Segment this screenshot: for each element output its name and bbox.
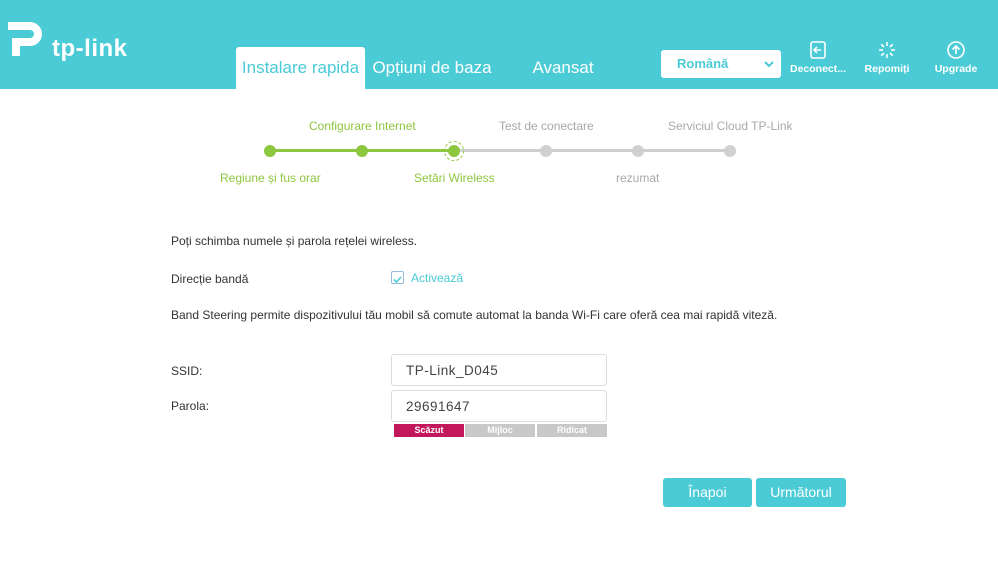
step-label-setari-wireless: Setări Wireless <box>414 171 495 185</box>
upgrade-button[interactable]: Upgrade <box>926 40 986 75</box>
tab-avansat[interactable]: Avansat <box>520 47 606 89</box>
header-bar: tp-link Instalare rapida Opțiuni de baza… <box>0 0 998 89</box>
logout-label: Deconect... <box>789 63 847 75</box>
strength-low: Scăzut <box>394 424 464 437</box>
step-label-rezumat: rezumat <box>616 171 660 185</box>
stepper-progress-remaining <box>454 149 730 152</box>
next-button[interactable]: Următorul <box>756 478 846 507</box>
language-select[interactable]: Română <box>661 50 781 78</box>
step-dot-setari-wireless <box>448 145 460 157</box>
chevron-down-icon <box>764 61 774 68</box>
tab-optiuni-de-baza[interactable]: Opțiuni de baza <box>368 47 496 89</box>
step-dot-test-conectare <box>540 145 552 157</box>
reboot-button[interactable]: Repomiți <box>857 40 917 75</box>
band-steering-checkbox[interactable] <box>391 271 404 284</box>
band-steering-label: Direcție bandă <box>171 272 249 286</box>
step-label-test-conectare: Test de conectare <box>499 119 594 133</box>
step-dot-rezumat <box>632 145 644 157</box>
language-value: Română <box>677 56 729 71</box>
step-dot-regiune <box>264 145 276 157</box>
logout-button[interactable]: Deconect... <box>788 40 848 75</box>
tab-instalare-rapida[interactable]: Instalare rapida <box>236 47 365 89</box>
step-label-regiune: Regiune și fus orar <box>220 171 321 185</box>
band-steering-checkbox-label[interactable]: Activează <box>411 271 463 285</box>
strength-medium: Mijloc <box>465 424 535 437</box>
step-label-configurare-internet: Configurare Internet <box>309 119 416 133</box>
strength-high: Ridicat <box>537 424 607 437</box>
logout-icon <box>810 41 826 59</box>
password-label: Parola: <box>171 399 210 413</box>
step-dot-cloud <box>724 145 736 157</box>
ssid-label: SSID: <box>171 364 203 378</box>
upgrade-label: Upgrade <box>934 63 978 75</box>
step-label-cloud: Serviciul Cloud TP-Link <box>668 119 793 133</box>
ssid-input[interactable] <box>391 354 607 386</box>
logo-text: tp-link <box>52 35 128 62</box>
back-button[interactable]: Înapoi <box>663 478 752 507</box>
password-input[interactable] <box>391 390 607 422</box>
upgrade-icon <box>947 41 965 59</box>
reboot-icon <box>879 42 895 58</box>
checkmark-icon <box>393 276 402 284</box>
reboot-label: Repomiți <box>864 63 910 75</box>
step-dot-configurare-internet <box>356 145 368 157</box>
band-steering-description: Band Steering permite dispozitivului tău… <box>171 308 778 322</box>
wireless-intro-text: Poți schimba numele și parola rețelei wi… <box>171 234 418 248</box>
